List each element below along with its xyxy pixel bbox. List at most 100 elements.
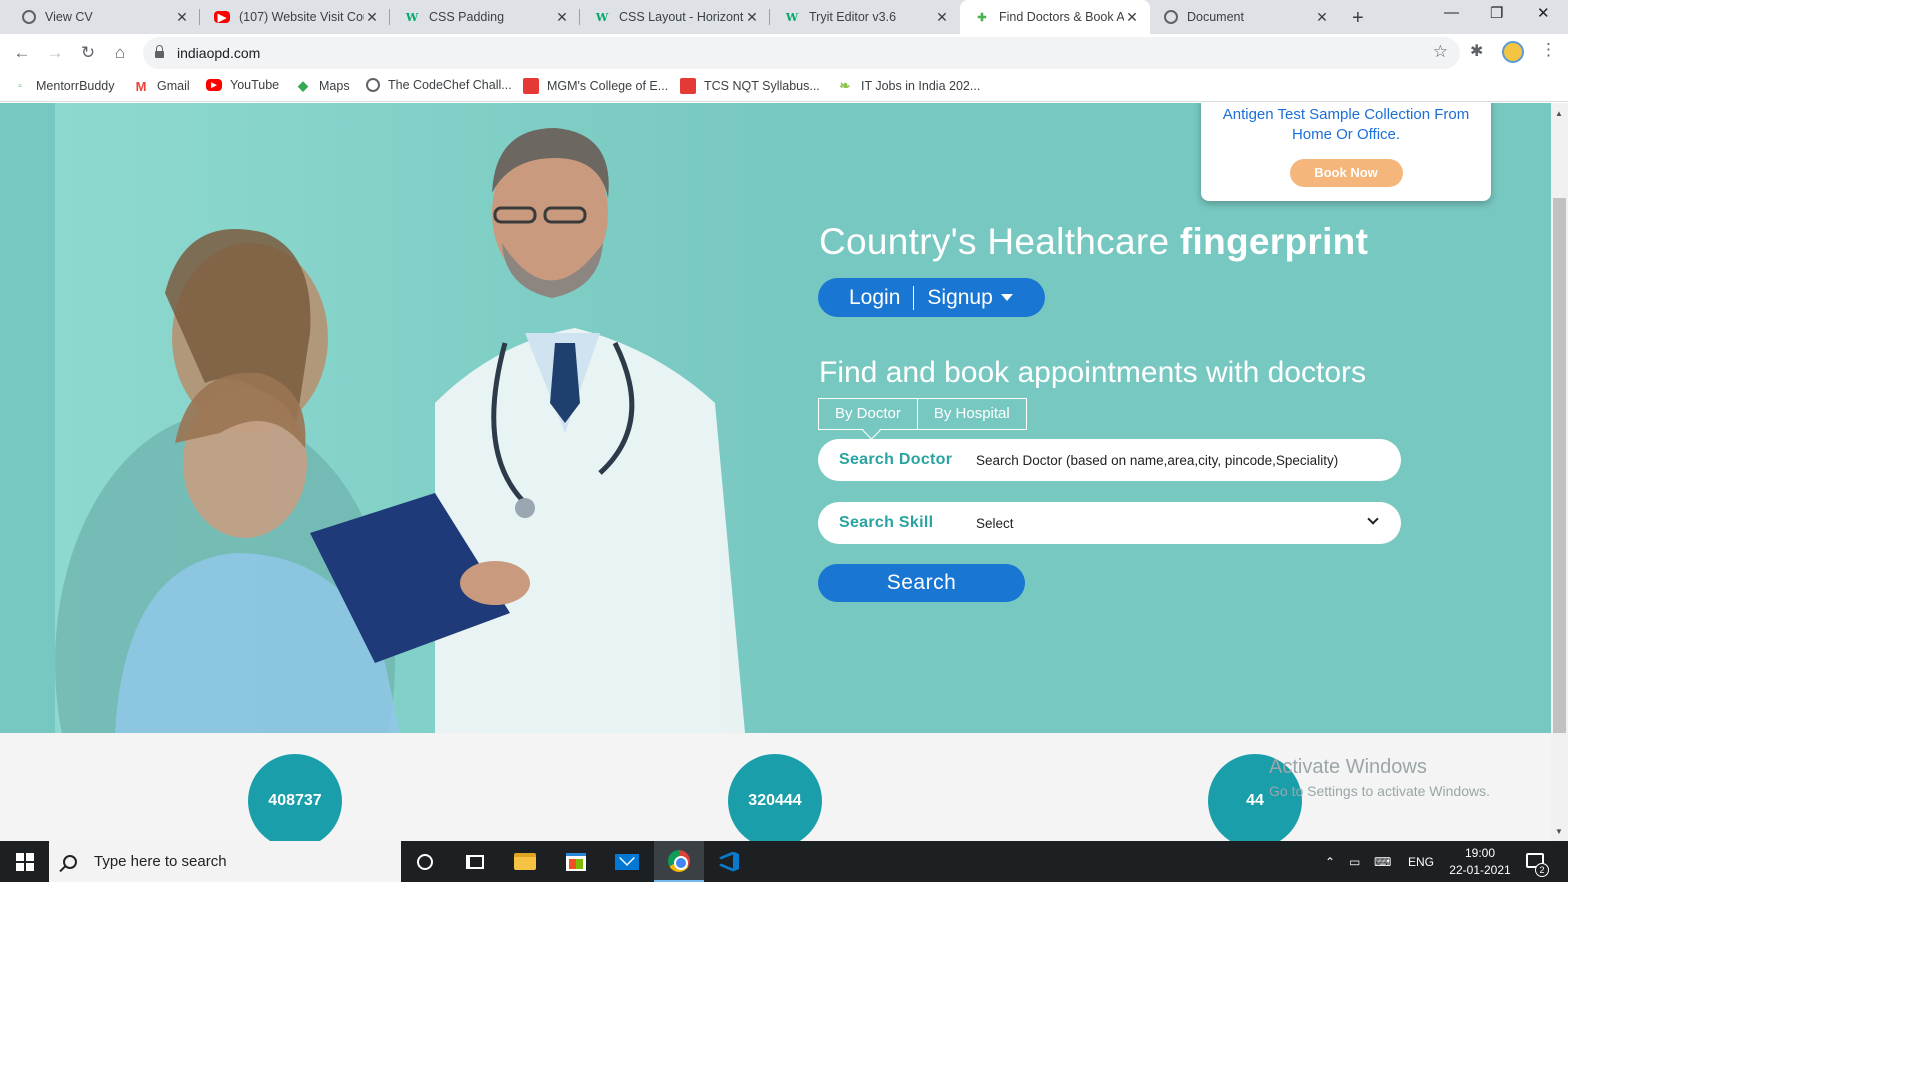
language-indicator[interactable]: ENG — [1408, 841, 1434, 882]
search-doctor-input[interactable]: Search Doctor (based on name,area,city, … — [976, 453, 1338, 468]
mail-button[interactable] — [602, 841, 652, 882]
scrollbar-thumb[interactable] — [1553, 198, 1566, 733]
login-button[interactable]: Login — [818, 285, 915, 310]
bookmark-red-icon — [523, 78, 539, 94]
file-explorer-button[interactable] — [500, 841, 550, 882]
page-viewport: Antigen Test Sample Collection From Home… — [0, 103, 1551, 841]
globe-icon — [366, 78, 380, 92]
bookmark-star-icon[interactable]: ☆ — [1433, 42, 1448, 62]
tab-title: Find Doctors & Book A — [999, 10, 1124, 24]
minimize-window-icon[interactable]: — — [1444, 4, 1459, 21]
close-tab-icon[interactable]: ✕ — [364, 9, 380, 26]
login-signup-pill: Login Signup — [818, 278, 1045, 317]
bookmark-item[interactable]: M Gmail — [133, 78, 190, 94]
cortana-button[interactable] — [400, 841, 450, 882]
browser-tab[interactable]: W CSS Layout - Horizonta ✕ — [580, 0, 770, 34]
tab-title: View CV — [45, 10, 93, 24]
bookmark-red-icon — [680, 78, 696, 94]
bookmark-item[interactable]: MGM's College of E... — [523, 78, 668, 94]
vscode-button[interactable] — [704, 841, 754, 882]
tab-title: CSS Layout - Horizonta — [619, 10, 744, 24]
browser-tab[interactable]: View CV ✕ — [8, 0, 200, 34]
battery-icon[interactable]: ▭ — [1349, 841, 1360, 882]
w3schools-icon: W — [595, 10, 609, 24]
taskbar-clock[interactable]: 19:00 22-01-2021 — [1440, 845, 1520, 879]
stat-circle: 408737 — [248, 754, 342, 841]
search-skill-field[interactable]: Search Skill Select — [818, 502, 1401, 544]
clock-time: 19:00 — [1464, 846, 1496, 860]
menu-dots-icon[interactable]: ⋮ — [1540, 40, 1557, 60]
taskbar-search-placeholder: Type here to search — [94, 853, 227, 870]
hero-photo-doctor-family — [55, 103, 795, 733]
close-tab-icon[interactable]: ✕ — [174, 9, 190, 26]
vscode-icon — [719, 851, 739, 872]
tab-title: (107) Website Visit Cou — [239, 10, 364, 24]
search-skill-label: Search Skill — [839, 514, 934, 531]
tab-title: Document — [1187, 10, 1244, 24]
task-view-button[interactable] — [450, 841, 500, 882]
browser-tab[interactable]: W CSS Padding ✕ — [390, 0, 580, 34]
bookmark-item[interactable]: The CodeChef Chall... — [366, 78, 512, 92]
bookmark-item[interactable]: TCS NQT Syllabus... — [680, 78, 820, 94]
close-window-icon[interactable]: ✕ — [1537, 4, 1550, 22]
store-button[interactable] — [551, 841, 601, 882]
cortana-icon — [417, 853, 433, 870]
close-tab-icon[interactable]: ✕ — [934, 9, 950, 26]
back-icon[interactable]: ← — [11, 42, 33, 64]
chrome-button[interactable] — [654, 841, 704, 882]
new-tab-button[interactable]: + — [1352, 7, 1364, 30]
reload-icon[interactable]: ↻ — [77, 42, 99, 64]
bookmark-leaf-icon: ❧ — [839, 78, 851, 93]
taskbar-search-box[interactable]: Type here to search — [49, 841, 401, 882]
headline-light: Country's Healthcare — [819, 221, 1180, 262]
search-doctor-field[interactable]: Search Doctor Search Doctor (based on na… — [818, 439, 1401, 481]
restore-window-icon[interactable]: ❐ — [1490, 4, 1503, 22]
close-tab-icon[interactable]: ✕ — [554, 9, 570, 26]
address-bar[interactable]: indiaopd.com ☆ — [143, 37, 1460, 69]
bookmark-label: IT Jobs in India 202... — [861, 79, 981, 93]
close-tab-icon[interactable]: ✕ — [1314, 9, 1330, 26]
close-tab-icon[interactable]: ✕ — [1124, 9, 1140, 26]
home-icon[interactable]: ⌂ — [109, 42, 131, 64]
bookmark-label: MGM's College of E... — [547, 79, 669, 93]
bookmark-item[interactable]: ▶ YouTube — [206, 78, 279, 92]
scroll-up-icon[interactable]: ▲ — [1555, 109, 1563, 118]
url-text: indiaopd.com — [177, 45, 261, 61]
scroll-down-icon[interactable]: ▼ — [1555, 827, 1563, 836]
avatar[interactable] — [1502, 41, 1524, 63]
browser-tab[interactable]: ▶ (107) Website Visit Cou ✕ — [200, 0, 390, 34]
keyboard-icon[interactable]: ⌨ — [1374, 841, 1391, 882]
bookmark-label: Maps — [319, 79, 350, 93]
hero-section: Antigen Test Sample Collection From Home… — [0, 103, 1551, 733]
stat-circle: 320444 — [728, 754, 822, 841]
browser-tab-active[interactable]: ✚ Find Doctors & Book A ✕ — [960, 0, 1150, 34]
antigen-test-promo-card: Antigen Test Sample Collection From Home… — [1201, 103, 1491, 201]
promo-text: Antigen Test Sample Collection From Home… — [1222, 106, 1470, 143]
signup-label: Signup — [927, 285, 993, 309]
signup-button[interactable]: Signup — [914, 285, 1013, 310]
close-tab-icon[interactable]: ✕ — [744, 9, 760, 26]
bookmark-label: MentorrBuddy — [36, 79, 115, 93]
book-now-button[interactable]: Book Now — [1289, 159, 1403, 187]
browser-tab[interactable]: Document ✕ — [1150, 0, 1340, 34]
windows-start-icon[interactable] — [16, 853, 34, 871]
bookmark-item[interactable]: ❧ IT Jobs in India 202... — [837, 78, 981, 94]
browser-tab[interactable]: W Tryit Editor v3.6 ✕ — [770, 0, 960, 34]
bookmark-item[interactable]: ▫ MentorrBuddy — [12, 78, 115, 94]
extensions-icon[interactable]: ✱ — [1470, 41, 1483, 61]
tab-by-doctor[interactable]: By Doctor — [819, 399, 917, 429]
tab-by-hospital[interactable]: By Hospital — [916, 399, 1026, 429]
globe-icon — [1164, 10, 1178, 24]
show-hidden-icons-icon[interactable]: ⌃ — [1325, 841, 1335, 882]
bookmarks-bar: ▫ MentorrBuddy M Gmail ▶ YouTube ◆ Maps … — [0, 72, 1568, 102]
page-title: Country's Healthcare fingerprint — [819, 221, 1368, 263]
forward-icon[interactable]: → — [44, 42, 66, 64]
search-skill-select[interactable]: Select — [976, 516, 1014, 531]
search-icon — [63, 854, 77, 869]
bookmark-label: Gmail — [157, 79, 190, 93]
page-scrollbar[interactable]: ▲ ▼ — [1551, 103, 1568, 841]
search-mode-tabs: By Doctor By Hospital — [818, 398, 1027, 430]
bookmark-label: YouTube — [230, 78, 280, 92]
bookmark-item[interactable]: ◆ Maps — [295, 78, 350, 94]
search-button[interactable]: Search — [818, 564, 1025, 602]
